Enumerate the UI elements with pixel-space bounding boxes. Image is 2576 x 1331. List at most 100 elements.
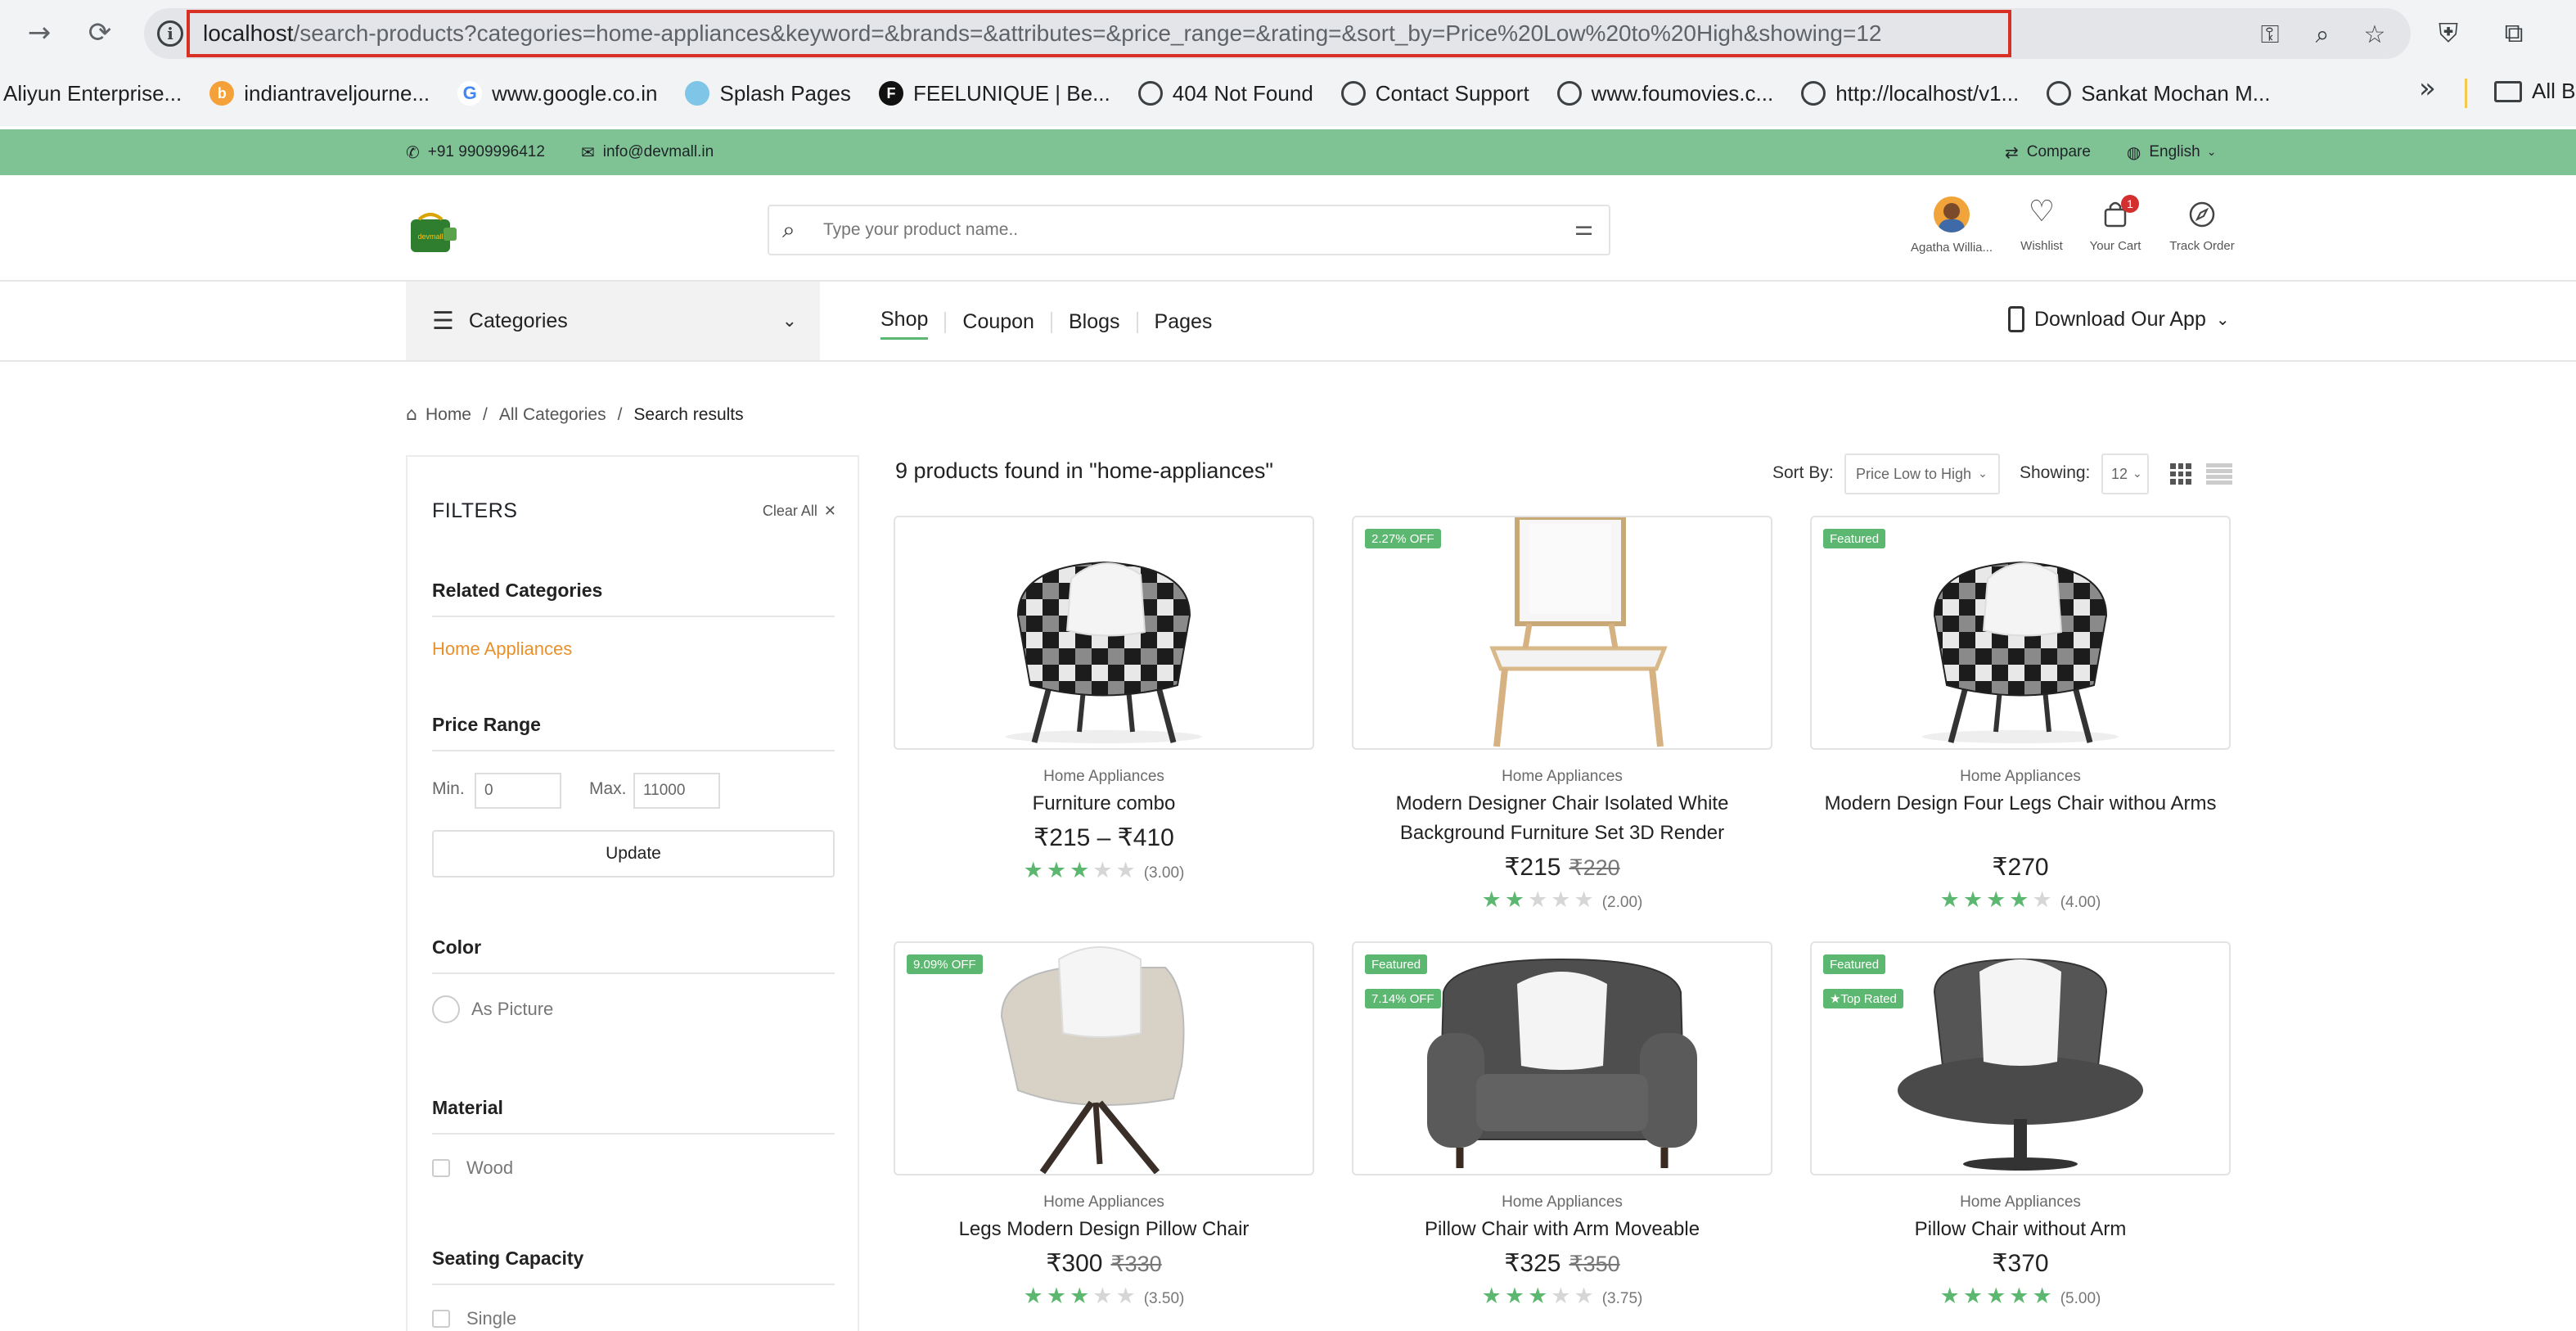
- address-bar[interactable]: i localhost/search-products?categories=h…: [144, 8, 2411, 59]
- categories-dropdown[interactable]: ☰ Categories ⌄: [406, 282, 820, 360]
- material-checkbox[interactable]: [432, 1159, 450, 1177]
- zoom-icon[interactable]: ⌕: [2306, 18, 2339, 51]
- reload-icon[interactable]: ⟳: [80, 13, 119, 52]
- product-search-box[interactable]: ⌕ ⚌: [768, 205, 1610, 255]
- color-swatch[interactable]: [432, 995, 460, 1023]
- max-price-input[interactable]: [633, 773, 720, 809]
- product-name[interactable]: Modern Design Four Legs Chair withou Arm…: [1810, 789, 2231, 819]
- clear-all-button[interactable]: Clear All ✕: [763, 503, 836, 520]
- filters-sidebar: FILTERS Clear All ✕ Related Categories H…: [406, 455, 859, 1331]
- password-key-icon[interactable]: ⚿: [2254, 18, 2286, 51]
- showing-select[interactable]: 12 ⌄: [2101, 453, 2149, 494]
- close-icon: ✕: [823, 503, 836, 520]
- product-category[interactable]: Home Appliances: [1352, 768, 1772, 786]
- product-image[interactable]: 2.27% OFF: [1352, 516, 1772, 750]
- bookmark-item[interactable]: http://localhost/v1...: [1801, 81, 2019, 106]
- breadcrumb-all-categories[interactable]: All Categories: [499, 405, 606, 425]
- nav-link-blogs[interactable]: Blogs: [1069, 310, 1120, 334]
- product-image[interactable]: [894, 516, 1314, 750]
- star-icon: ★: [1939, 887, 1960, 912]
- clear-all-label: Clear All: [762, 503, 817, 519]
- seating-option[interactable]: Single: [432, 1308, 516, 1329]
- bookmark-item[interactable]: F FEELUNIQUE | Be...: [878, 81, 1110, 106]
- product-image[interactable]: Featured 7.14% OFF: [1352, 941, 1772, 1175]
- bookmark-item[interactable]: Sankat Mochan M...: [2047, 81, 2270, 106]
- star-icon: ★: [1551, 887, 1571, 912]
- bookmark-star-icon[interactable]: ☆: [2358, 18, 2391, 51]
- star-icon: ★: [1115, 1284, 1136, 1308]
- product-name[interactable]: Modern Designer Chair Isolated White Bac…: [1352, 789, 1772, 848]
- bookmark-item[interactable]: Aliyun Enterprise...: [3, 81, 182, 106]
- url-path: /search-products?categories=home-applian…: [293, 20, 1882, 46]
- cart-link[interactable]: 1 Your Cart: [2070, 195, 2160, 253]
- compare-icon: ⇄: [2005, 142, 2019, 162]
- shield-extension-icon[interactable]: ⛨: [2430, 15, 2466, 51]
- chevron-down-icon: ⌄: [1978, 467, 1988, 481]
- cart-count-badge: 1: [2121, 195, 2139, 213]
- star-icon: ★: [1962, 1284, 1984, 1308]
- divider: [432, 972, 835, 974]
- min-price-input[interactable]: [475, 773, 561, 809]
- product-category[interactable]: Home Appliances: [894, 768, 1314, 786]
- site-logo[interactable]: devmall: [408, 210, 460, 255]
- track-order-link[interactable]: Track Order: [2157, 195, 2247, 253]
- product-category[interactable]: Home Appliances: [1810, 768, 2231, 786]
- bookmark-item[interactable]: Contact Support: [1340, 80, 1529, 106]
- star-icon: ★: [1092, 858, 1113, 882]
- nav-link-coupon[interactable]: Coupon: [962, 310, 1034, 334]
- update-price-button[interactable]: Update: [432, 830, 835, 878]
- material-option[interactable]: Wood: [432, 1157, 513, 1179]
- site-info-icon[interactable]: i: [157, 20, 183, 47]
- compare-link[interactable]: Compare: [2027, 143, 2091, 161]
- product-name[interactable]: Furniture combo: [894, 789, 1314, 819]
- categories-label: Categories: [468, 309, 568, 332]
- globe-icon: [1556, 81, 1582, 106]
- product-category[interactable]: Home Appliances: [1352, 1193, 1772, 1211]
- current-price: ₹325: [1504, 1250, 1561, 1277]
- bookmark-item[interactable]: www.foumovies.c...: [1556, 81, 1773, 106]
- color-option[interactable]: As Picture: [432, 995, 553, 1023]
- product-category[interactable]: Home Appliances: [1810, 1193, 2231, 1211]
- download-app-menu[interactable]: Download Our App ⌄: [2008, 306, 2230, 332]
- globe-icon: [1137, 81, 1163, 106]
- star-icon: ★: [1023, 858, 1043, 882]
- product-image[interactable]: Featured ★Top Rated: [1810, 941, 2231, 1175]
- search-input[interactable]: [823, 213, 1527, 247]
- extensions-puzzle-icon[interactable]: ⧉: [2496, 15, 2532, 51]
- chevron-down-icon: ⌄: [2215, 309, 2230, 329]
- bookmark-label: Contact Support: [1375, 80, 1529, 106]
- product-category[interactable]: Home Appliances: [894, 1193, 1314, 1211]
- bookmark-label: indiantraveljourne...: [244, 80, 430, 106]
- nav-link-shop[interactable]: Shop: [880, 308, 928, 336]
- language-select[interactable]: English: [2149, 143, 2200, 161]
- product-image[interactable]: 9.09% OFF: [894, 941, 1314, 1175]
- product-name[interactable]: Pillow Chair without Arm: [1810, 1215, 2231, 1244]
- search-icon[interactable]: ⌕: [782, 216, 795, 244]
- account-menu[interactable]: Agatha Willia...: [1890, 196, 2013, 255]
- bookmark-item[interactable]: Gwww.google.co.in: [457, 81, 657, 106]
- bookmark-item[interactable]: Splash Pages: [685, 81, 851, 106]
- svg-text:devmall: devmall: [417, 232, 443, 241]
- email-address[interactable]: info@devmall.in: [603, 143, 714, 161]
- seating-checkbox[interactable]: [432, 1310, 450, 1328]
- breadcrumb-home[interactable]: Home: [426, 405, 471, 425]
- grid-view-icon[interactable]: [2170, 463, 2191, 485]
- bookmark-item[interactable]: 404 Not Found: [1137, 81, 1313, 106]
- product-image[interactable]: Featured: [1810, 516, 2231, 750]
- phone-number[interactable]: +91 9909996412: [428, 143, 545, 161]
- filter-sliders-icon[interactable]: ⚌: [1574, 216, 1593, 241]
- product-name[interactable]: Pillow Chair with Arm Moveable: [1352, 1215, 1772, 1244]
- bookmark-item[interactable]: b indiantraveljourne...: [209, 81, 430, 106]
- sort-select[interactable]: Price Low to High ⌄: [1844, 453, 2000, 494]
- bookmarks-overflow-icon[interactable]: »: [2419, 72, 2436, 105]
- material-option-label: Wood: [466, 1157, 514, 1178]
- product-badge: Featured: [1823, 529, 1886, 548]
- product-name[interactable]: Legs Modern Design Pillow Chair: [894, 1215, 1314, 1244]
- showing-label: Showing:: [2020, 463, 2091, 482]
- category-filter-home-appliances[interactable]: Home Appliances: [432, 638, 572, 660]
- url-text[interactable]: localhost/search-products?categories=hom…: [187, 10, 2011, 57]
- forward-icon[interactable]: →: [20, 13, 59, 52]
- nav-link-pages[interactable]: Pages: [1155, 310, 1213, 334]
- list-view-icon[interactable]: [2206, 463, 2232, 485]
- all-bookmarks-folder[interactable]: All B: [2494, 79, 2575, 104]
